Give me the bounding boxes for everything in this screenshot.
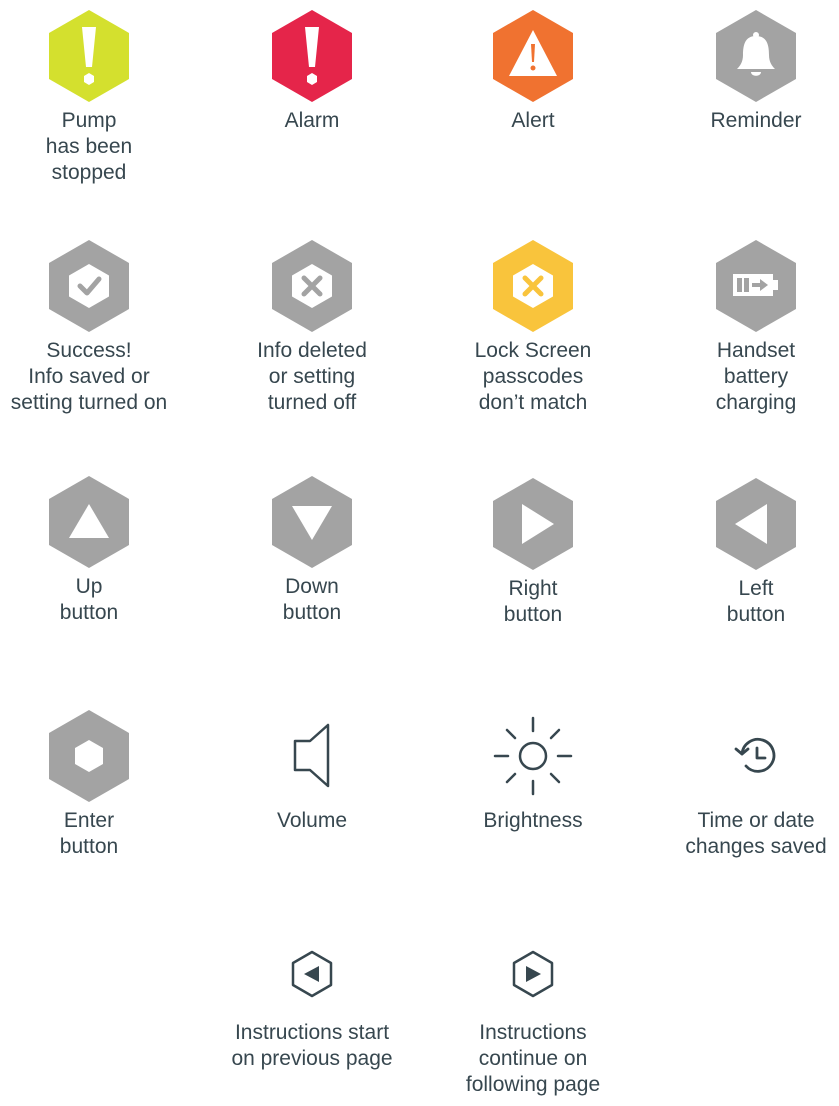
down-button-item: Down button	[212, 476, 412, 626]
success-label: Success! Info saved or setting turned on	[10, 339, 168, 414]
next-page-label: Instructions continue on following page	[465, 1021, 601, 1096]
alarm-item: Alarm	[212, 10, 412, 134]
time-saved-item: Time or date changes saved	[656, 710, 839, 860]
alert-label: Alert	[511, 109, 555, 132]
reminder-label: Reminder	[710, 109, 802, 132]
right-button-item: Right button	[433, 478, 633, 628]
prev-page-item: Instructions start on previous page	[212, 934, 412, 1072]
up-button-label: Up button	[59, 575, 119, 624]
exclamation-icon	[272, 10, 352, 102]
battery-charging-label: Handset battery charging	[715, 339, 797, 414]
up-triangle-icon	[49, 476, 129, 568]
sun-icon	[493, 716, 573, 796]
pump-stopped-label: Pump has been stopped	[45, 109, 133, 184]
brightness-label: Brightness	[483, 809, 583, 832]
brightness-item: Brightness	[433, 710, 633, 834]
up-button-item: Up button	[0, 476, 189, 626]
battery-charging-icon	[716, 240, 796, 332]
check-icon	[49, 240, 129, 332]
x-icon	[493, 240, 573, 332]
next-page-item: Instructions continue on following page	[433, 934, 633, 1098]
next-page-icon	[512, 950, 554, 998]
alarm-label: Alarm	[284, 109, 340, 132]
info-deleted-item: Info deleted or setting turned off	[212, 240, 412, 416]
right-triangle-icon	[493, 478, 573, 570]
lock-mismatch-item: Lock Screen passcodes don’t match	[433, 240, 633, 416]
success-item: Success! Info saved or setting turned on	[0, 240, 189, 416]
warning-triangle-icon	[493, 10, 573, 102]
left-triangle-icon	[716, 478, 796, 570]
alert-item: Alert	[433, 10, 633, 134]
info-deleted-label: Info deleted or setting turned off	[257, 339, 367, 414]
enter-button-label: Enter button	[59, 809, 119, 858]
volume-label: Volume	[276, 809, 348, 832]
left-button-item: Left button	[656, 478, 839, 628]
hexagon-icon	[49, 710, 129, 802]
prev-page-icon	[291, 950, 333, 998]
pump-stopped-item: Pump has been stopped	[0, 10, 189, 186]
left-button-label: Left button	[726, 577, 786, 626]
down-button-label: Down button	[282, 575, 342, 624]
prev-page-label: Instructions start on previous page	[231, 1021, 393, 1070]
speaker-icon	[293, 723, 330, 788]
down-triangle-icon	[272, 476, 352, 568]
exclamation-icon	[49, 10, 129, 102]
lock-mismatch-label: Lock Screen passcodes don’t match	[474, 339, 592, 414]
battery-charging-item: Handset battery charging	[656, 240, 839, 416]
volume-item: Volume	[212, 710, 412, 834]
right-button-label: Right button	[503, 577, 563, 626]
time-saved-label: Time or date changes saved	[685, 809, 827, 858]
enter-button-item: Enter button	[0, 710, 189, 860]
bell-icon	[716, 10, 796, 102]
history-clock-icon	[734, 737, 776, 773]
x-icon	[272, 240, 352, 332]
reminder-item: Reminder	[656, 10, 839, 134]
